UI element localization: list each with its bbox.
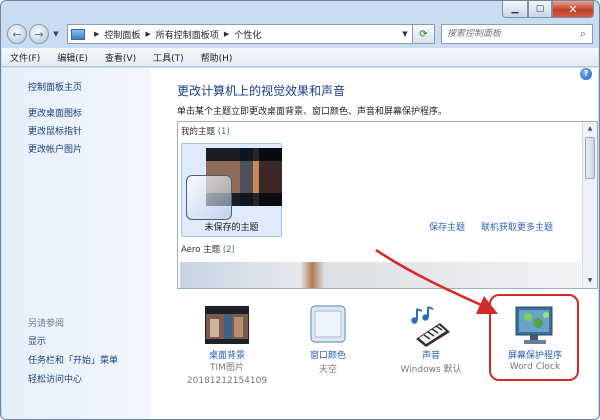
address-bar[interactable]: ▶ 控制面板 ▶ 所有控制面板项 ▶ 个性化 ▼ [67,24,413,44]
address-dropdown-icon[interactable]: ▼ [398,25,412,43]
menu-help[interactable]: 帮助(H) [201,51,233,64]
menu-view[interactable]: 查看(V) [105,51,136,64]
save-theme-link[interactable]: 保存主题 [429,220,465,233]
my-themes-group: 我的主题 (1) [181,125,230,137]
theme-window-preview [186,175,232,220]
menu-tools[interactable]: 工具(T) [153,51,184,64]
window-color-value: 天空 [318,365,337,375]
sound-label: 声音 [421,351,440,361]
menu-file[interactable]: 文件(F) [10,51,40,64]
page-description: 单击某个主题立即更改桌面背景、窗口颜色、声音和屏幕保护程序。 [177,107,448,117]
maximize-button[interactable]: ▢ [528,1,552,18]
desktop-background-value: TIM图片 20181212154109 [186,363,268,386]
window-color-item[interactable]: 窗口颜色 天空 [280,305,376,375]
sidebar-link-ease-of-access[interactable]: 轻松访问中心 [28,372,82,385]
search-icon[interactable]: ⌕ [574,27,592,41]
breadcrumb-personalization[interactable]: 个性化 [234,28,261,41]
search-box[interactable]: ⌕ [441,24,593,44]
breadcrumb-separator[interactable]: ▶ [94,30,99,38]
sound-value: Windows 默认 [400,365,462,375]
desktop-background-icon [179,305,275,348]
sidebar-link-home[interactable]: 控制面板主页 [28,80,82,93]
desktop-background-label: 桌面背景 [208,351,245,361]
aero-themes-label: Aero 主题 [181,245,221,255]
breadcrumb-all-items[interactable]: 所有控制面板项 [156,28,219,41]
sidebar: 控制面板主页 更改桌面图标 更改鼠标指针 更改帐户图片 另请参阅 显示 任务栏和… [2,68,150,419]
theme-card-unsaved[interactable]: 未保存的主题 [181,143,282,237]
theme-name: 未保存的主题 [204,223,259,233]
scroll-down-icon[interactable]: ▼ [583,274,597,288]
control-panel-window: ▁ ▢ ✕ ← → ▼ ▶ 控制面板 ▶ 所有控制面板项 ▶ 个性化 ▼ ⟳ ⌕… [0,0,600,420]
get-more-themes-link[interactable]: 联机获取更多主题 [481,220,553,233]
window-color-label: 窗口颜色 [309,351,346,361]
refresh-button[interactable]: ⟳ [413,24,435,44]
scroll-up-icon[interactable]: ▲ [583,122,597,136]
close-button[interactable]: ✕ [552,1,594,18]
annotation-arrow-icon [375,248,498,314]
aero-themes-group: Aero 主题 (2) [181,243,235,255]
minimize-button[interactable]: ▁ [502,1,528,18]
my-themes-count: (1) [217,127,230,137]
see-also-heading: 另请参阅 [28,319,65,329]
search-input[interactable] [447,29,574,39]
forward-arrow-icon[interactable]: → [29,24,49,44]
caption-buttons: ▁ ▢ ✕ [502,1,594,19]
page-title: 更改计算机上的视觉效果和声音 [177,84,346,98]
breadcrumb-separator[interactable]: ▶ [224,30,229,38]
window-color-icon [280,305,376,348]
menu-edit[interactable]: 编辑(E) [57,51,88,64]
breadcrumb-separator[interactable]: ▶ [145,30,150,38]
sidebar-link-account-picture[interactable]: 更改帐户图片 [28,142,82,155]
main-pane: ? 更改计算机上的视觉效果和声音 单击某个主题立即更改桌面背景、窗口颜色、声音和… [150,68,598,419]
sidebar-link-desktop-icons[interactable]: 更改桌面图标 [28,106,82,119]
scroll-thumb[interactable] [585,137,595,179]
aero-themes-count: (2) [222,245,235,255]
content-area: 控制面板主页 更改桌面图标 更改鼠标指针 更改帐户图片 另请参阅 显示 任务栏和… [2,68,598,419]
navigation-row: ← → ▼ ▶ 控制面板 ▶ 所有控制面板项 ▶ 个性化 ▼ ⟳ ⌕ [7,21,593,47]
history-dropdown[interactable]: ▼ [51,30,61,38]
desktop-background-item[interactable]: 桌面背景 TIM图片 20181212154109 [179,305,275,386]
back-arrow-icon[interactable]: ← [7,24,27,44]
help-icon[interactable]: ? [580,68,592,80]
menu-bar: 文件(F) 编辑(E) 查看(V) 工具(T) 帮助(H) [2,48,598,67]
breadcrumb-control-panel[interactable]: 控制面板 [104,28,140,41]
control-panel-icon [71,28,85,40]
sidebar-link-display[interactable]: 显示 [28,334,46,347]
theme-list-scrollbar[interactable]: ▲ ▼ [582,122,597,288]
my-themes-label: 我的主题 [181,127,216,137]
sidebar-link-taskbar[interactable]: 任务栏和「开始」菜单 [28,353,118,366]
sidebar-link-mouse-pointers[interactable]: 更改鼠标指针 [28,124,82,137]
